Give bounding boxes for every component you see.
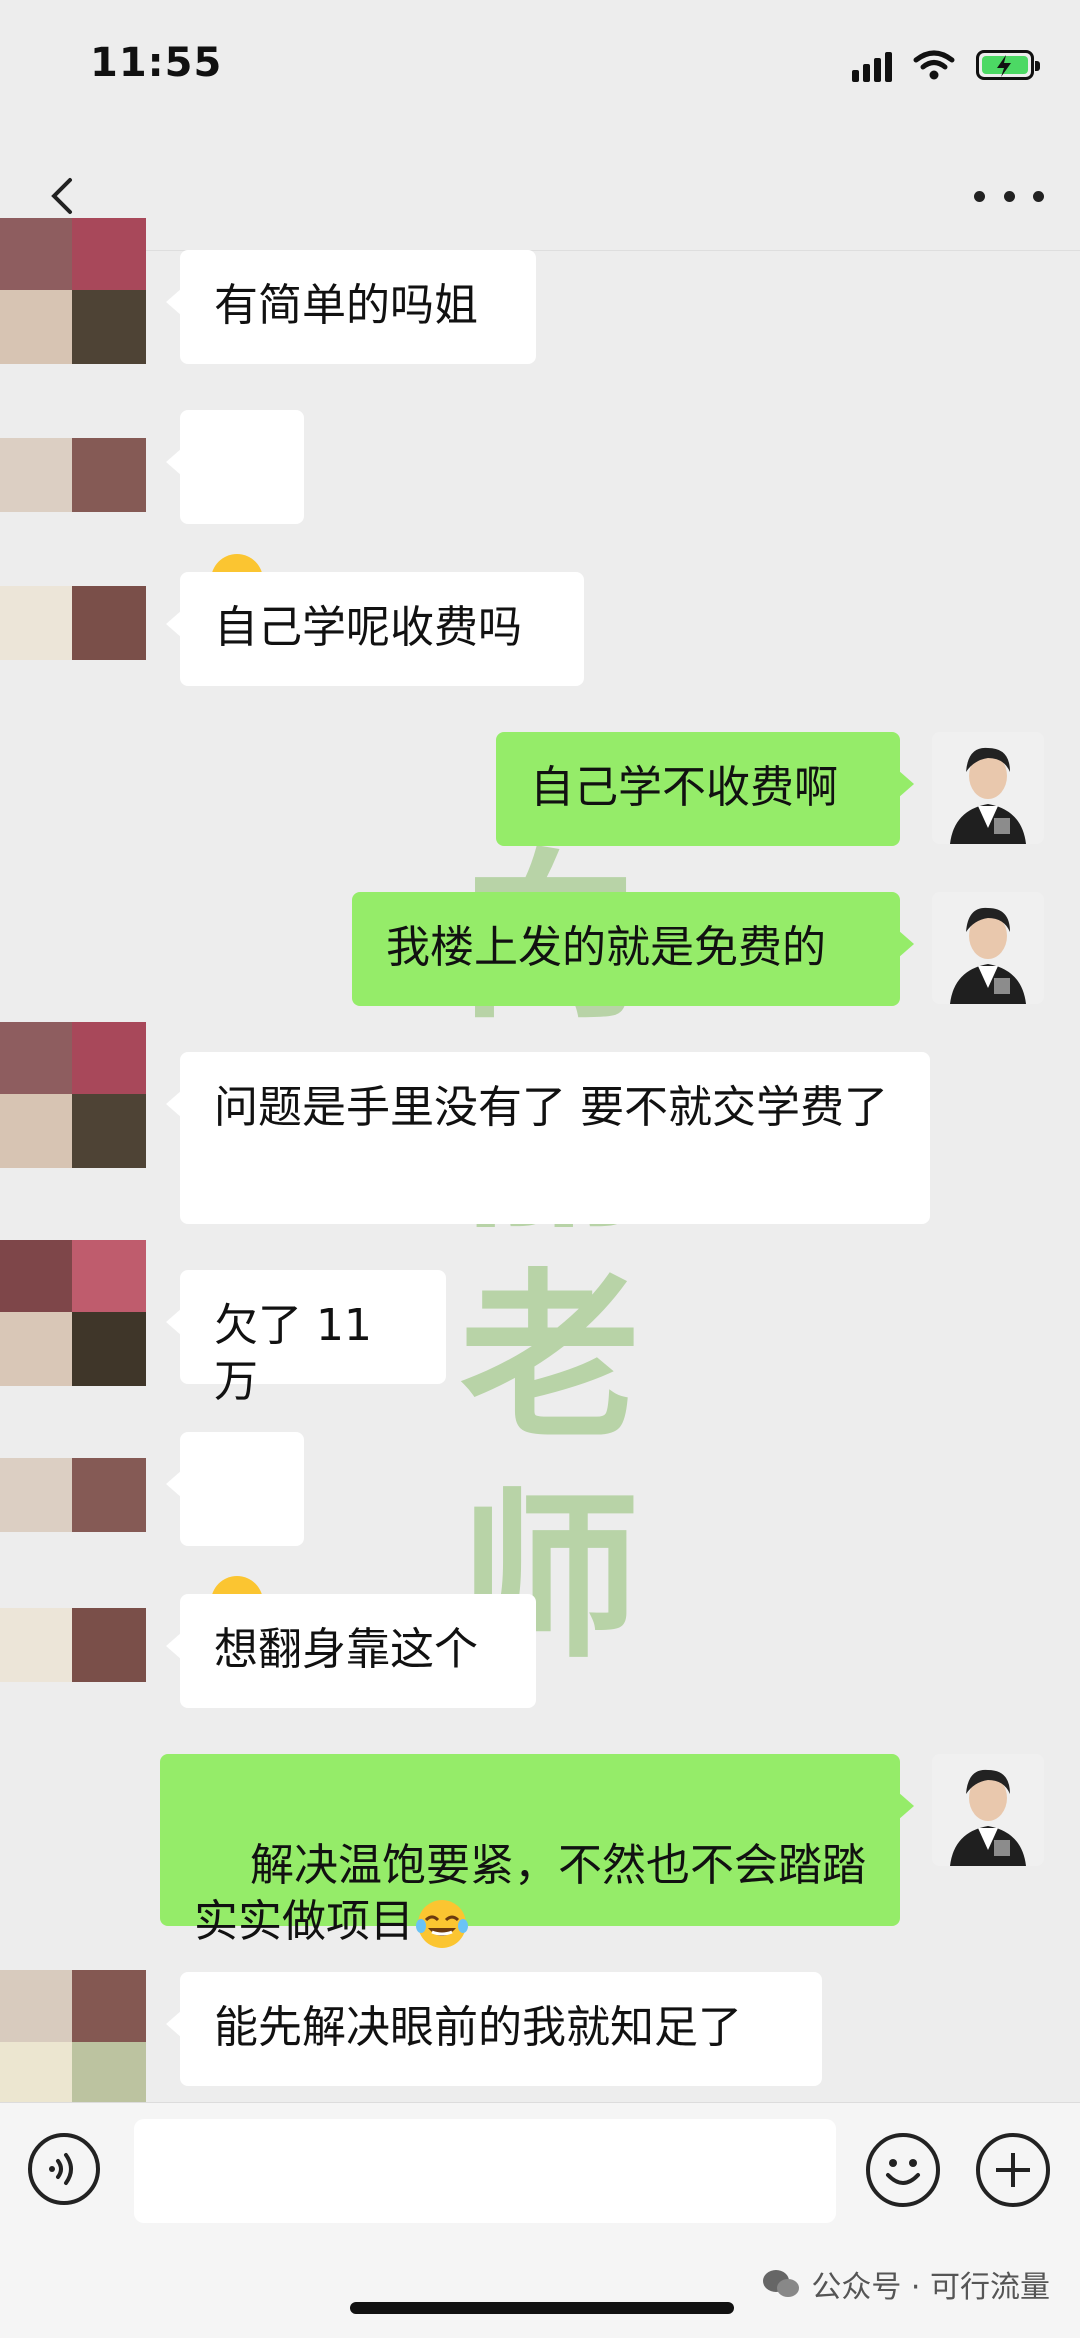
source-watermark: 公众号 · 可行流量	[761, 2262, 1050, 2306]
message-bubble[interactable]	[166, 410, 304, 606]
contact-avatar[interactable]	[0, 1970, 146, 2116]
watermark-char-3: 老	[460, 1252, 640, 1463]
voice-input-icon[interactable]	[28, 2133, 100, 2205]
battery-icon	[976, 50, 1040, 80]
contact-avatar[interactable]	[0, 1458, 146, 1532]
chat-history[interactable]: 向 丽 老 师 有简单的吗姐 自己学呢收费吗 自己学不收费啊	[0, 210, 1080, 2116]
contact-avatar[interactable]	[0, 1608, 146, 1682]
contact-avatar[interactable]	[0, 218, 146, 364]
source-text: 公众号 · 可行流量	[811, 2270, 1050, 2305]
message-bubble[interactable]: 能先解决眼前的我就知足了	[166, 1972, 822, 2086]
contact-avatar[interactable]	[0, 1240, 146, 1386]
message-bubble[interactable]: 欠了 11万	[166, 1270, 446, 1407]
contact-avatar[interactable]	[0, 438, 146, 512]
status-time: 11:55	[90, 40, 223, 86]
message-bubble-outgoing[interactable]: 我楼上发的就是免费的	[352, 892, 914, 1006]
message-text-input[interactable]	[134, 2119, 836, 2223]
tears-of-joy-emoji-icon	[416, 1900, 468, 1948]
emoji-button[interactable]	[866, 2133, 940, 2207]
user-avatar[interactable]	[932, 1754, 1044, 1866]
message-bubble[interactable]	[166, 1432, 304, 1628]
message-bubble[interactable]: 问题是手里没有了 要不就交学费了	[166, 1052, 930, 1224]
home-indicator[interactable]	[350, 2302, 734, 2314]
message-bubble-outgoing[interactable]: 解决温饱要紧，不然也不会踏踏实实做项目	[160, 1754, 914, 1948]
user-avatar[interactable]	[932, 732, 1044, 844]
message-bubble[interactable]: 有简单的吗姐	[166, 250, 536, 364]
contact-avatar[interactable]	[0, 1022, 146, 1168]
message-bubble[interactable]: 自己学呢收费吗	[166, 572, 584, 686]
more-actions-plus-button[interactable]	[976, 2133, 1050, 2207]
status-icons	[852, 48, 1040, 82]
message-bubble[interactable]: 想翻身靠这个	[166, 1594, 536, 1708]
cellular-signal-icon	[852, 48, 892, 82]
message-bubble-outgoing[interactable]: 自己学不收费啊	[496, 732, 914, 846]
wifi-icon	[913, 50, 955, 80]
user-avatar[interactable]	[932, 892, 1044, 1004]
message-text: 解决温饱要紧，不然也不会踏踏实实做项目	[194, 1840, 866, 1947]
wechat-official-account-icon	[763, 2270, 800, 2297]
status-bar: 11:55	[0, 0, 1080, 140]
contact-avatar[interactable]	[0, 586, 146, 660]
